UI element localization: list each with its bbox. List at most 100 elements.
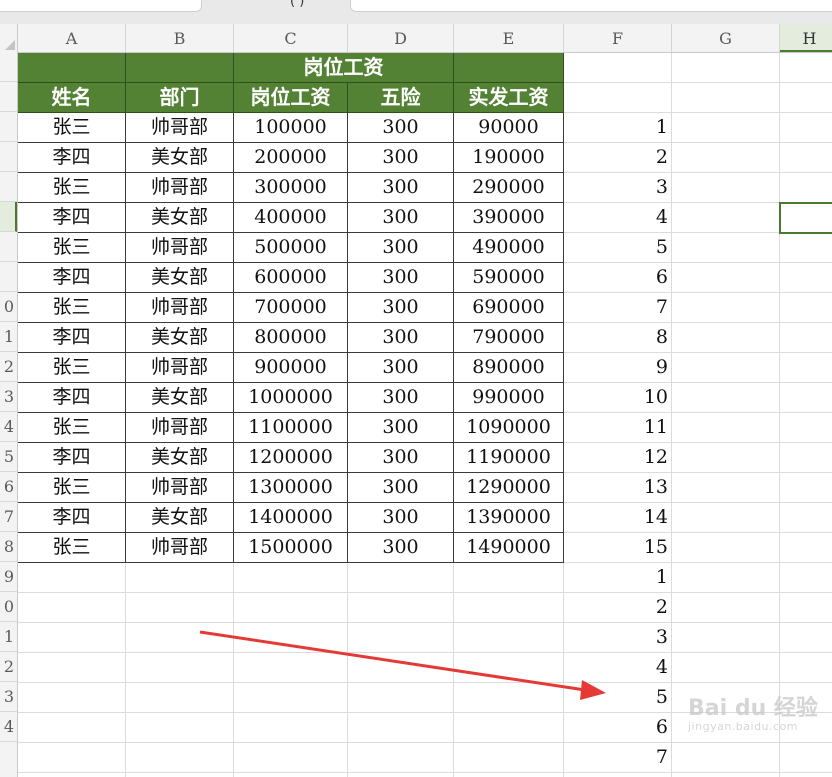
column-f-number-cell[interactable]: 4 <box>564 653 672 683</box>
grid-cell[interactable] <box>234 563 348 593</box>
grid-cell[interactable] <box>126 773 234 777</box>
data-cell[interactable]: 美女部 <box>126 323 234 353</box>
data-cell[interactable]: 390000 <box>454 203 564 233</box>
data-cell[interactable]: 美女部 <box>126 143 234 173</box>
grid-cell[interactable] <box>126 713 234 743</box>
header-cell-empty[interactable] <box>454 53 564 83</box>
tab-left[interactable] <box>0 0 202 12</box>
grid-cell[interactable] <box>348 653 454 683</box>
column-title-cell[interactable]: 五险 <box>348 83 454 113</box>
row-header[interactable]: 7 <box>0 502 17 532</box>
grid-cell[interactable] <box>780 53 832 83</box>
column-header-a[interactable]: A <box>18 24 126 52</box>
grid-cell[interactable] <box>18 593 126 623</box>
data-cell[interactable]: 李四 <box>18 503 126 533</box>
row-header[interactable] <box>0 82 17 112</box>
column-f-number-cell[interactable]: 12 <box>564 443 672 473</box>
data-cell[interactable]: 300 <box>348 473 454 503</box>
column-f-number-cell[interactable]: 7 <box>564 293 672 323</box>
column-f-number-cell[interactable]: 10 <box>564 383 672 413</box>
column-f-number-cell[interactable]: 6 <box>564 263 672 293</box>
grid-cell[interactable] <box>18 563 126 593</box>
grid-cell[interactable] <box>780 413 832 443</box>
grid-cell[interactable] <box>672 53 780 83</box>
grid-cell[interactable] <box>780 143 832 173</box>
grid-cell[interactable] <box>454 593 564 623</box>
data-cell[interactable]: 300 <box>348 323 454 353</box>
grid-cell[interactable] <box>672 83 780 113</box>
column-title-cell[interactable]: 岗位工资 <box>234 83 348 113</box>
grid-cell[interactable] <box>18 713 126 743</box>
merged-header-cell[interactable]: 岗位工资 <box>234 53 454 83</box>
grid-cell[interactable] <box>780 353 832 383</box>
data-cell[interactable]: 张三 <box>18 173 126 203</box>
grid-cell[interactable] <box>780 293 832 323</box>
grid-cell[interactable] <box>18 623 126 653</box>
data-cell[interactable]: 300000 <box>234 173 348 203</box>
grid-cell[interactable] <box>672 563 780 593</box>
row-header[interactable] <box>0 112 17 142</box>
row-header[interactable]: 2 <box>0 352 17 382</box>
row-header[interactable]: 3 <box>0 382 17 412</box>
header-cell-empty[interactable] <box>18 53 126 83</box>
column-f-number-cell[interactable]: 11 <box>564 413 672 443</box>
column-f-number-cell[interactable]: 5 <box>564 233 672 263</box>
grid-cell[interactable] <box>564 83 672 113</box>
data-cell[interactable]: 300 <box>348 293 454 323</box>
grid-cell[interactable] <box>780 83 832 113</box>
data-cell[interactable]: 李四 <box>18 203 126 233</box>
grid-cell[interactable] <box>234 593 348 623</box>
data-cell[interactable]: 90000 <box>454 113 564 143</box>
grid-cell[interactable] <box>780 593 832 623</box>
data-cell[interactable]: 300 <box>348 533 454 563</box>
grid-cell[interactable] <box>672 473 780 503</box>
data-cell[interactable]: 1390000 <box>454 503 564 533</box>
data-cell[interactable]: 张三 <box>18 293 126 323</box>
grid-cell[interactable] <box>126 563 234 593</box>
grid-cell[interactable] <box>18 743 126 773</box>
grid-cell[interactable] <box>672 413 780 443</box>
data-cell[interactable]: 帅哥部 <box>126 533 234 563</box>
grid-cell[interactable] <box>780 743 832 773</box>
row-header[interactable]: 0 <box>0 592 17 622</box>
grid-cell[interactable] <box>234 653 348 683</box>
data-cell[interactable]: 美女部 <box>126 203 234 233</box>
data-cell[interactable]: 300 <box>348 263 454 293</box>
data-cell[interactable]: 190000 <box>454 143 564 173</box>
column-f-number-cell[interactable]: 8 <box>564 323 672 353</box>
grid-cell[interactable] <box>780 533 832 563</box>
data-cell[interactable]: 590000 <box>454 263 564 293</box>
column-f-number-cell[interactable]: 4 <box>564 203 672 233</box>
grid-cell[interactable] <box>780 443 832 473</box>
sheet-grid[interactable]: 岗位工资 姓名 部门 岗位工资 五险 实发工资 张三 帅哥部 100000 300 90000 李四美… <box>18 53 832 777</box>
data-cell[interactable]: 1500000 <box>234 533 348 563</box>
grid-cell[interactable] <box>234 743 348 773</box>
data-cell[interactable]: 300 <box>348 233 454 263</box>
data-cell[interactable]: 300 <box>348 143 454 173</box>
grid-cell[interactable] <box>780 113 832 143</box>
grid-cell[interactable] <box>672 143 780 173</box>
grid-cell[interactable] <box>672 353 780 383</box>
grid-cell[interactable] <box>454 623 564 653</box>
grid-cell[interactable] <box>454 683 564 713</box>
grid-cell[interactable] <box>348 683 454 713</box>
grid-cell[interactable] <box>234 773 348 777</box>
data-cell[interactable]: 690000 <box>454 293 564 323</box>
data-cell[interactable]: 帅哥部 <box>126 413 234 443</box>
grid-cell[interactable] <box>564 773 672 777</box>
grid-cell[interactable] <box>348 623 454 653</box>
data-cell[interactable]: 1100000 <box>234 413 348 443</box>
data-cell[interactable]: 1000000 <box>234 383 348 413</box>
column-f-number-cell[interactable]: 3 <box>564 173 672 203</box>
column-f-number-cell[interactable]: 3 <box>564 623 672 653</box>
row-header[interactable] <box>0 52 17 82</box>
column-f-number-cell[interactable]: 1 <box>564 563 672 593</box>
row-header[interactable]: 6 <box>0 472 17 502</box>
data-cell[interactable]: 1190000 <box>454 443 564 473</box>
data-cell[interactable]: 美女部 <box>126 443 234 473</box>
row-header[interactable]: 4 <box>0 712 17 742</box>
data-cell[interactable]: 1300000 <box>234 473 348 503</box>
data-cell[interactable]: 美女部 <box>126 383 234 413</box>
row-header[interactable]: 3 <box>0 682 17 712</box>
column-header-d[interactable]: D <box>348 24 454 52</box>
